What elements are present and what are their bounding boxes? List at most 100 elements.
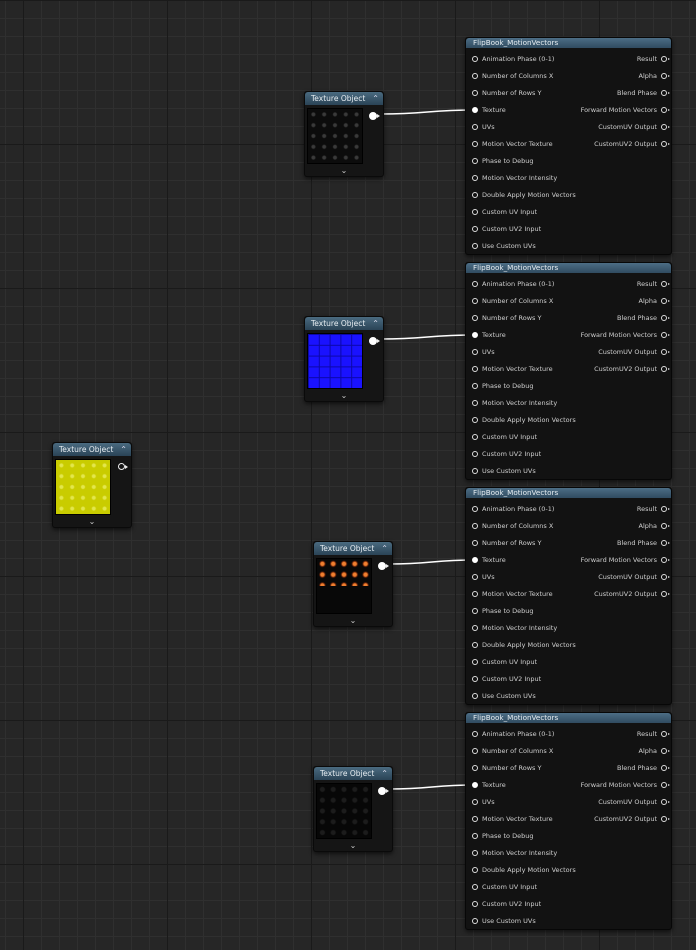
input-pin[interactable] [472,400,478,406]
input-pin[interactable] [472,625,478,631]
input-pin[interactable] [472,349,478,355]
wire-texture-link[interactable] [379,109,476,115]
texture-object-node-1[interactable]: Texture Object ⌃ ⌄ [304,91,384,177]
input-pin[interactable] [472,676,478,682]
output-pin[interactable] [378,787,389,795]
wire-texture-link[interactable] [388,784,476,790]
input-pin[interactable] [472,209,478,215]
output-pin[interactable] [661,298,670,304]
input-pin[interactable] [472,659,478,665]
input-pin[interactable] [472,175,478,181]
input-pin[interactable] [472,298,478,304]
input-pin[interactable] [472,748,478,754]
input-pin[interactable] [472,281,478,287]
wire-texture-link[interactable] [388,559,476,565]
output-pin[interactable] [661,574,670,580]
chevron-down-icon[interactable]: ⌄ [314,841,392,851]
output-pin[interactable] [661,124,670,130]
input-pin[interactable] [472,850,478,856]
input-pin[interactable] [472,540,478,546]
input-pin[interactable] [472,608,478,614]
output-pin[interactable] [661,90,670,96]
input-pin[interactable] [472,417,478,423]
input-pin[interactable] [472,243,478,249]
input-pin[interactable] [472,141,478,147]
input-pin[interactable] [472,901,478,907]
input-pin[interactable] [472,158,478,164]
output-pin[interactable] [369,112,380,120]
output-pin[interactable] [661,107,670,113]
texture-object-node-2[interactable]: Texture Object ⌃ ⌄ [304,316,384,402]
output-pin[interactable] [661,349,670,355]
chevron-up-icon[interactable]: ⌃ [120,443,127,456]
input-pin[interactable] [472,315,478,321]
input-pin[interactable] [472,332,478,338]
chevron-down-icon[interactable]: ⌄ [305,166,383,176]
input-pin[interactable] [472,799,478,805]
chevron-up-icon[interactable]: ⌃ [372,317,379,330]
node-header[interactable]: FlipBook_MotionVectors [466,713,671,723]
input-pin[interactable] [472,574,478,580]
output-pin[interactable] [661,56,670,62]
output-pin[interactable] [661,366,670,372]
output-pin[interactable] [378,562,389,570]
chevron-up-icon[interactable]: ⌃ [381,542,388,555]
input-pin[interactable] [472,73,478,79]
input-pin[interactable] [472,867,478,873]
input-pin[interactable] [472,884,478,890]
output-pin[interactable] [661,557,670,563]
input-pin[interactable] [472,124,478,130]
input-pin[interactable] [472,816,478,822]
input-pin[interactable] [472,366,478,372]
output-pin[interactable] [661,748,670,754]
node-header[interactable]: FlipBook_MotionVectors [466,38,671,48]
flipbook-motionvectors-node-4[interactable]: FlipBook_MotionVectors Animation Phase (… [465,712,672,930]
texture-object-node-4[interactable]: Texture Object ⌃ ⌄ [313,541,393,627]
flipbook-motionvectors-node-2[interactable]: FlipBook_MotionVectors Animation Phase (… [465,262,672,480]
input-pin[interactable] [472,451,478,457]
input-pin[interactable] [472,107,478,113]
input-pin[interactable] [472,782,478,788]
input-pin[interactable] [472,833,478,839]
output-pin[interactable] [661,765,670,771]
node-header[interactable]: Texture Object ⌃ [53,443,131,456]
node-header[interactable]: Texture Object ⌃ [305,92,383,105]
input-pin[interactable] [472,523,478,529]
node-header[interactable]: Texture Object ⌃ [314,542,392,555]
input-pin[interactable] [472,557,478,563]
output-pin[interactable] [661,506,670,512]
node-header[interactable]: FlipBook_MotionVectors [466,263,671,273]
node-header[interactable]: FlipBook_MotionVectors [466,488,671,498]
input-pin[interactable] [472,506,478,512]
texture-object-node-3[interactable]: Texture Object ⌃ ⌄ [52,442,132,528]
input-pin[interactable] [472,693,478,699]
output-pin[interactable] [369,337,380,345]
node-header[interactable]: Texture Object ⌃ [314,767,392,780]
input-pin[interactable] [472,642,478,648]
input-pin[interactable] [472,918,478,924]
output-pin[interactable] [661,731,670,737]
output-pin[interactable] [661,332,670,338]
output-pin[interactable] [661,281,670,287]
input-pin[interactable] [472,765,478,771]
input-pin[interactable] [472,56,478,62]
output-pin[interactable] [661,315,670,321]
input-pin[interactable] [472,90,478,96]
output-pin[interactable] [661,591,670,597]
output-pin[interactable] [661,782,670,788]
flipbook-motionvectors-node-1[interactable]: FlipBook_MotionVectors Animation Phase (… [465,37,672,255]
input-pin[interactable] [472,226,478,232]
chevron-down-icon[interactable]: ⌄ [53,517,131,527]
output-pin[interactable] [661,73,670,79]
output-pin[interactable] [661,816,670,822]
chevron-up-icon[interactable]: ⌃ [381,767,388,780]
input-pin[interactable] [472,434,478,440]
flipbook-motionvectors-node-3[interactable]: FlipBook_MotionVectors Animation Phase (… [465,487,672,705]
output-pin[interactable] [661,540,670,546]
input-pin[interactable] [472,192,478,198]
chevron-down-icon[interactable]: ⌄ [314,616,392,626]
input-pin[interactable] [472,731,478,737]
chevron-up-icon[interactable]: ⌃ [372,92,379,105]
chevron-down-icon[interactable]: ⌄ [305,391,383,401]
node-header[interactable]: Texture Object ⌃ [305,317,383,330]
